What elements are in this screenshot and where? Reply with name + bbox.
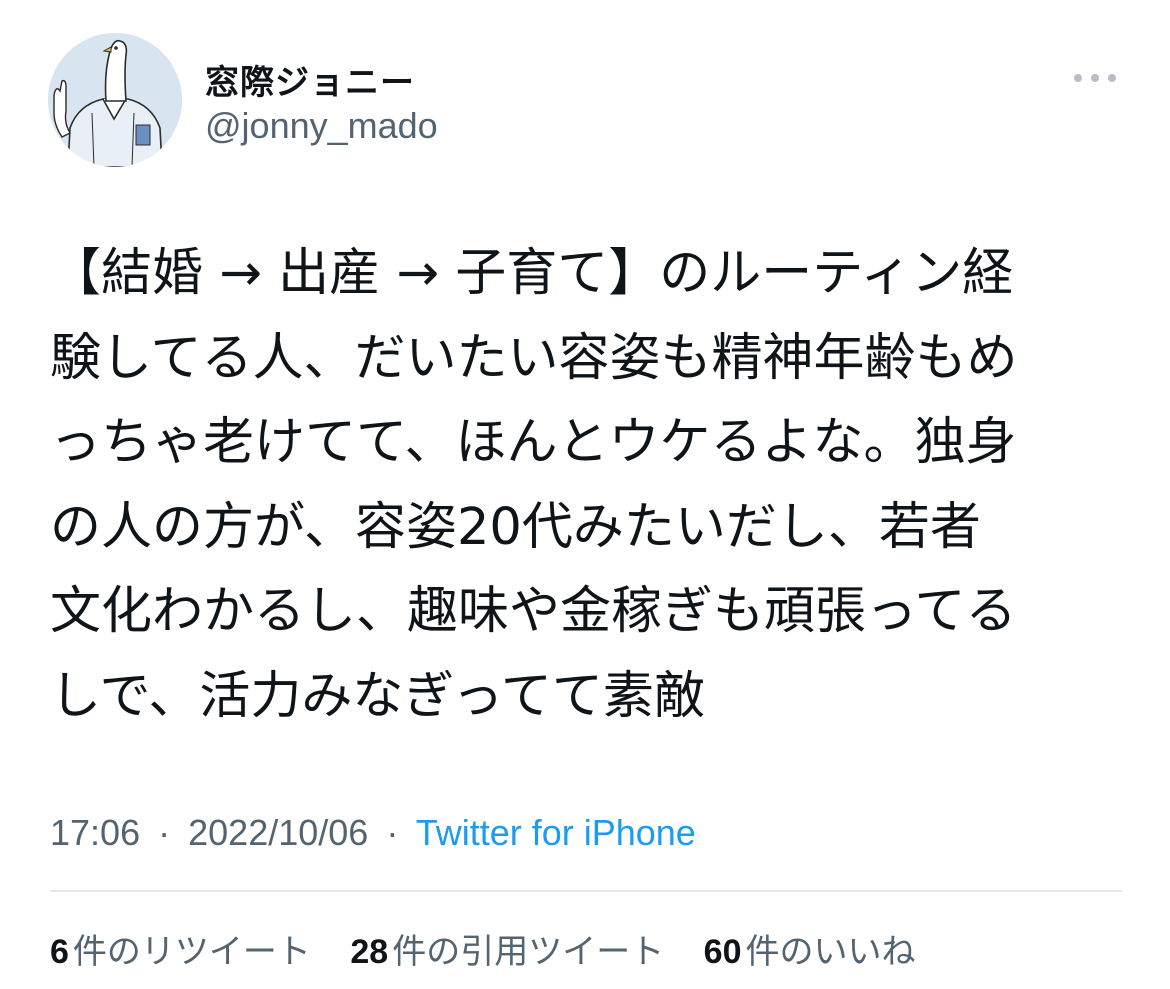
tweet-text-line: しで、活力みなぎってて素敵 — [50, 666, 705, 726]
likes-stat[interactable]: 60 件のいいね — [704, 924, 916, 973]
tweet-detail: 窓際ジョニー @jonny_mado 【結婚 → 出産 → 子育て】のルーティン… — [0, 0, 1170, 989]
likes-count: 60 — [703, 933, 742, 971]
tweet-date[interactable]: 2022/10/06 — [188, 812, 368, 853]
quote-tweets-count: 28 — [350, 933, 389, 971]
pigeon-avatar-icon[interactable] — [48, 33, 182, 167]
meta-separator: · — [386, 812, 399, 853]
more-options-button[interactable] — [1066, 58, 1124, 98]
user-handle[interactable]: @jonny_mado — [205, 105, 438, 147]
tweet-time[interactable]: 17:06 — [50, 812, 140, 853]
tweet-text-line: っちゃ老けてて、ほんとウケるよな。独身 — [50, 413, 1017, 472]
tweet-text-line: 文化わかるし、趣味や金稼ぎも頑張ってる — [50, 582, 1017, 641]
retweets-count: 6 — [50, 933, 69, 971]
retweets-label: 件のリツイート — [72, 933, 311, 971]
meta-separator: · — [158, 812, 171, 853]
display-name[interactable]: 窓際ジョニー — [205, 55, 415, 104]
quote-tweets-label: 件の引用ツイート — [392, 933, 665, 971]
tweet-stats: 6 件のリツイート 28 件の引用ツイート 60 件のいいね — [50, 924, 945, 973]
tweet-metadata: 17:06 · 2022/10/06 · Twitter for iPhone — [50, 812, 696, 854]
divider — [50, 890, 1122, 892]
more-dots-icon — [1074, 74, 1116, 82]
tweet-text: 【結婚 → 出産 → 子育て】のルーティン経 験してる人、だいたい容姿も精神年齢… — [50, 232, 1130, 739]
retweets-stat[interactable]: 6 件のリツイート — [50, 924, 311, 973]
tweet-text-line: の人の方が、容姿20代みたいだし、若者 — [50, 497, 981, 557]
quote-tweets-stat[interactable]: 28 件の引用ツイート — [350, 924, 664, 973]
tweet-text-line: 験してる人、だいたい容姿も精神年齢もめ — [50, 328, 1018, 388]
tweet-source-link[interactable]: Twitter for iPhone — [416, 812, 696, 853]
likes-label: 件のいいね — [745, 933, 916, 971]
tweet-text-line: 【結婚 → 出産 → 子育て】のルーティン経 — [50, 244, 1014, 303]
